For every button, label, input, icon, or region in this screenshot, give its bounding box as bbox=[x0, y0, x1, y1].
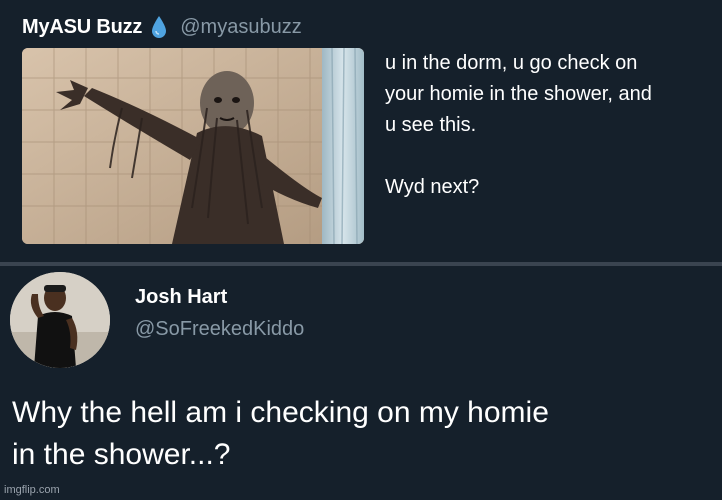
username-handle[interactable]: @myasubuzz bbox=[180, 16, 301, 39]
display-name[interactable]: MyASU Buzz bbox=[22, 16, 142, 39]
tweet-body-text: Why the hell am i checking on my homie i… bbox=[12, 396, 549, 471]
display-name[interactable]: Josh Hart bbox=[135, 286, 227, 309]
water-drop-icon bbox=[150, 15, 168, 39]
avatar[interactable] bbox=[10, 272, 110, 368]
tweet-photo[interactable] bbox=[22, 48, 364, 244]
tweet-body-text: u in the dorm, u go check on your homie … bbox=[385, 52, 652, 198]
tweet-header: MyASU Buzz @myasubuzz bbox=[22, 12, 302, 42]
tweet-card-myasubuzz: MyASU Buzz @myasubuzz u in the dorm, u g… bbox=[0, 0, 722, 262]
tweet-card-josh-hart: Josh Hart @SoFreekedKiddo Why the hell a… bbox=[0, 266, 722, 500]
username-handle[interactable]: @SoFreekedKiddo bbox=[135, 318, 304, 341]
imgflip-watermark: imgflip.com bbox=[4, 484, 60, 496]
